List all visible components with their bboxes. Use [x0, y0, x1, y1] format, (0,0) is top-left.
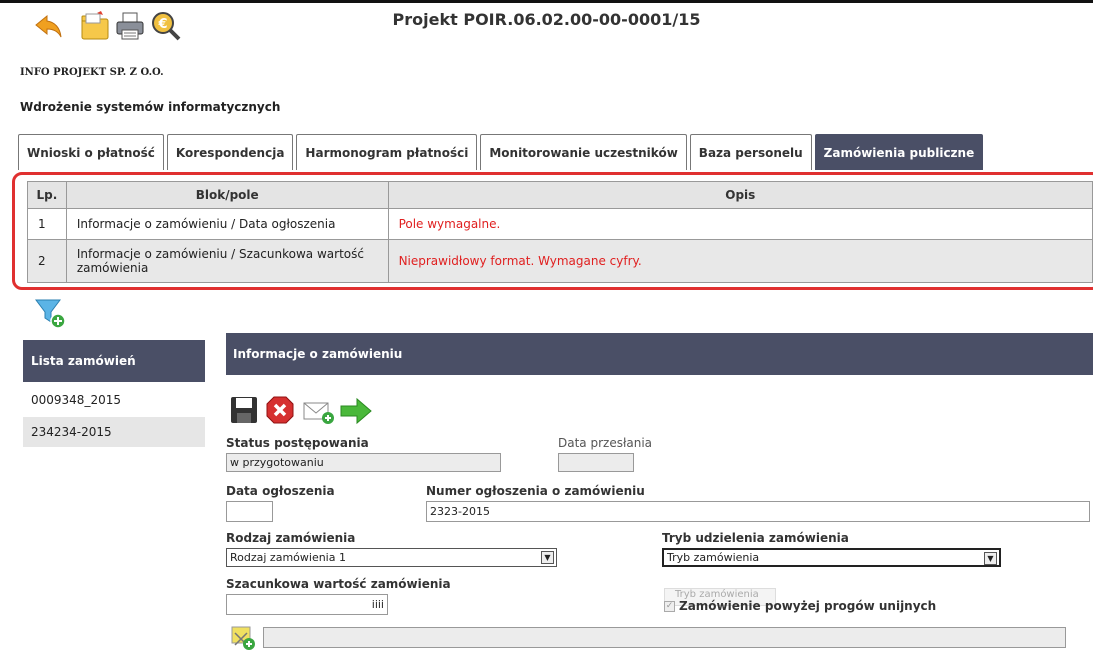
column-header: Lp.: [27, 181, 67, 209]
value-label: Szacunkowa wartość zamówienia: [226, 577, 451, 591]
row-description: Nieprawidłowy format. Wymagane cyfry.: [387, 239, 1093, 283]
send-mail-icon[interactable]: [302, 397, 336, 425]
mode-label: Tryb udzielenia zamówienia: [662, 531, 849, 545]
error-table: Lp. Blok/pole Opis 1 Informacje o zamówi…: [27, 181, 1093, 283]
announce-date-label: Data ogłoszenia: [226, 484, 335, 498]
save-icon[interactable]: [229, 395, 259, 425]
announce-date-field[interactable]: [226, 501, 273, 522]
tab-harmonogram[interactable]: Harmonogram płatności: [296, 134, 478, 170]
row-number: 2: [27, 239, 67, 283]
page-title: Projekt POIR.06.02.00-00-0001/15: [392, 10, 701, 29]
chevron-down-icon[interactable]: ▼: [541, 551, 554, 564]
top-border: [0, 0, 1093, 3]
eu-threshold-checkbox[interactable]: ✓: [664, 600, 675, 612]
tab-bar: Wnioski o płatność Korespondencja Harmon…: [18, 134, 984, 172]
column-header: Blok/pole: [65, 181, 389, 209]
announce-number-label: Numer ogłoszenia o zamówieniu: [426, 484, 645, 498]
type-select[interactable]: Rodzaj zamówienia 1 ▼: [226, 548, 557, 567]
attachment-add-icon[interactable]: [229, 623, 257, 651]
sidebar-title: Lista zamówień: [23, 340, 205, 382]
mode-select-value: Tryb zamówienia: [667, 551, 760, 564]
row-description: Pole wymagalne.: [387, 208, 1093, 240]
tab-zamowienia[interactable]: Zamówienia publiczne: [814, 134, 984, 170]
sent-date-label: Data przesłania: [558, 436, 653, 450]
eu-threshold-label: Zamówienie powyżej progów unijnych: [679, 599, 937, 613]
filter-add-icon[interactable]: [34, 296, 68, 330]
announce-number-field[interactable]: 2323-2015: [426, 501, 1090, 522]
status-label: Status postępowania: [226, 436, 369, 450]
tab-baza-personelu[interactable]: Baza personelu: [689, 134, 812, 170]
type-select-value: Rodzaj zamówienia 1: [230, 551, 346, 564]
table-row[interactable]: 1 Informacje o zamówieniu / Data ogłosze…: [27, 208, 1093, 240]
delete-icon[interactable]: [265, 395, 295, 425]
chevron-down-icon[interactable]: ▼: [984, 552, 997, 565]
next-arrow-icon[interactable]: [339, 397, 373, 425]
tab-wnioski[interactable]: Wnioski o płatność: [18, 134, 164, 170]
attachment-field[interactable]: [263, 627, 1066, 648]
tab-monitorowanie[interactable]: Monitorowanie uczestników: [480, 134, 687, 170]
error-table-header: Lp. Blok/pole Opis: [27, 181, 1093, 209]
list-item[interactable]: 234234-2015: [23, 417, 205, 447]
sent-date-field: [558, 453, 634, 472]
type-label: Rodzaj zamówienia: [226, 531, 356, 545]
column-header: Opis: [387, 181, 1093, 209]
project-name: Wdrożenie systemów informatycznych: [20, 100, 281, 114]
row-field: Informacje o zamówieniu / Szacunkowa war…: [65, 239, 389, 283]
eu-threshold-row[interactable]: ✓ Zamówienie powyżej progów unijnych: [664, 599, 936, 613]
list-item[interactable]: 0009348_2015: [23, 385, 205, 415]
mode-select[interactable]: Tryb zamówienia ▼: [662, 548, 1001, 567]
tab-korespondencja[interactable]: Korespondencja: [166, 134, 294, 170]
status-field: w przygotowaniu: [226, 453, 501, 472]
row-number: 1: [27, 208, 67, 240]
value-field[interactable]: iiii: [226, 594, 388, 615]
table-row[interactable]: 2 Informacje o zamówieniu / Szacunkowa w…: [27, 239, 1093, 283]
organization-name: INFO PROJEKT SP. Z O.O.: [20, 67, 164, 78]
section-title: Informacje o zamówieniu: [226, 333, 1093, 375]
row-field: Informacje o zamówieniu / Data ogłoszeni…: [65, 208, 389, 240]
